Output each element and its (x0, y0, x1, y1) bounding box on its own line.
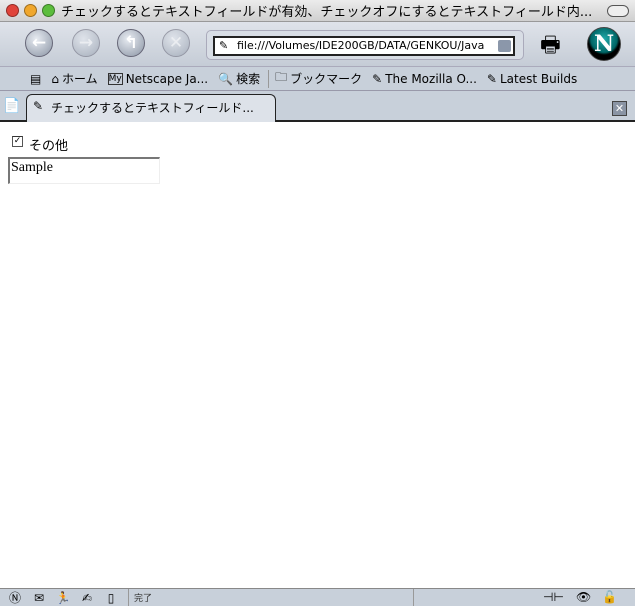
stop-button[interactable]: ✕ (162, 29, 190, 57)
bookmark-netscape[interactable]: My Netscape Ja... (107, 72, 208, 86)
address-book-icon[interactable]: ▯ (102, 591, 120, 605)
close-tab-button[interactable]: ✕ (612, 101, 627, 116)
status-bar: Ⓝ ✉ 🏃 ✍ ▯ 完了 ⊣⊢ 👁 🔓 (0, 588, 635, 606)
bookmark-mozilla[interactable]: ✎ The Mozilla O... (372, 72, 477, 86)
divider (268, 69, 270, 88)
bookmark-folder[interactable]: 🗀 ブックマーク (275, 68, 362, 89)
status-text: 完了 (128, 589, 413, 606)
bookmark-search[interactable]: 🔍 検索 (218, 70, 260, 87)
netscape-logo[interactable]: N (587, 27, 621, 61)
tab-bar: 📄 ✎ チェックするとテキストフィールド... ✕ (0, 91, 635, 122)
my-icon: My (107, 72, 123, 85)
sidebar-toggle-icon[interactable]: ▤ (30, 72, 41, 86)
progress-area (413, 589, 538, 606)
folder-icon: 🗀 (275, 70, 288, 84)
instant-messenger-icon[interactable]: 🏃 (54, 591, 72, 605)
toolbar-toggle-button[interactable] (607, 5, 629, 17)
page-content: ✓ その他 Sample (0, 124, 635, 588)
tab-active[interactable]: ✎ チェックするとテキストフィールド... (26, 94, 276, 122)
url-dropdown-button[interactable] (498, 40, 511, 52)
forward-button[interactable]: → (72, 29, 100, 57)
minimize-window-button[interactable] (24, 4, 37, 17)
navigator-icon[interactable]: Ⓝ (6, 589, 24, 606)
other-checkbox[interactable]: ✓ (12, 136, 23, 147)
url-text: file:///Volumes/IDE200GB/DATA/GENKOU/Jav… (237, 39, 485, 52)
title-bar: チェックするとテキストフィールドが有効、チェックオフにするとテキストフィールド内… (0, 0, 635, 22)
window-title: チェックするとテキストフィールドが有効、チェックオフにするとテキストフィールド内… (61, 5, 591, 20)
print-icon[interactable]: 🖶 (540, 28, 561, 66)
back-button[interactable]: ← (25, 29, 53, 57)
online-status-icon[interactable]: ⊣⊢ (543, 590, 564, 604)
navigation-toolbar: ← → ↰ ✕ ✎ file:///Volumes/IDE200GB/DATA/… (0, 22, 635, 67)
mail-icon[interactable]: ✉ (30, 591, 48, 605)
bookmark-icon: ✎ (372, 71, 383, 86)
bookmark-icon: ✎ (486, 71, 497, 86)
close-window-button[interactable] (6, 4, 19, 17)
url-bar-container: ✎ file:///Volumes/IDE200GB/DATA/GENKOU/J… (206, 30, 524, 60)
search-icon: 🔍 (218, 71, 234, 86)
home-icon: ⌂ (51, 71, 59, 86)
security-lock-icon[interactable]: 🔓 (602, 590, 617, 604)
checkbox-label: その他 (29, 139, 69, 154)
zoom-window-button[interactable] (42, 4, 55, 17)
sample-text-field[interactable]: Sample (8, 157, 160, 184)
composer-icon[interactable]: ✍ (78, 591, 96, 605)
new-tab-icon[interactable]: 📄 (3, 98, 20, 114)
bookmark-home[interactable]: ⌂ ホーム (51, 70, 97, 87)
reload-button[interactable]: ↰ (117, 29, 145, 57)
page-icon: ✎ (219, 39, 229, 52)
url-input[interactable]: ✎ file:///Volumes/IDE200GB/DATA/GENKOU/J… (213, 36, 515, 56)
page-icon: ✎ (33, 99, 44, 113)
bookmark-latest-builds[interactable]: ✎ Latest Builds (487, 72, 577, 86)
privacy-icon[interactable]: 👁 (576, 590, 591, 604)
bookmarks-toolbar: ▤ ⌂ ホーム My Netscape Ja... 🔍 検索 🗀 ブックマーク ✎ The… (0, 67, 635, 91)
